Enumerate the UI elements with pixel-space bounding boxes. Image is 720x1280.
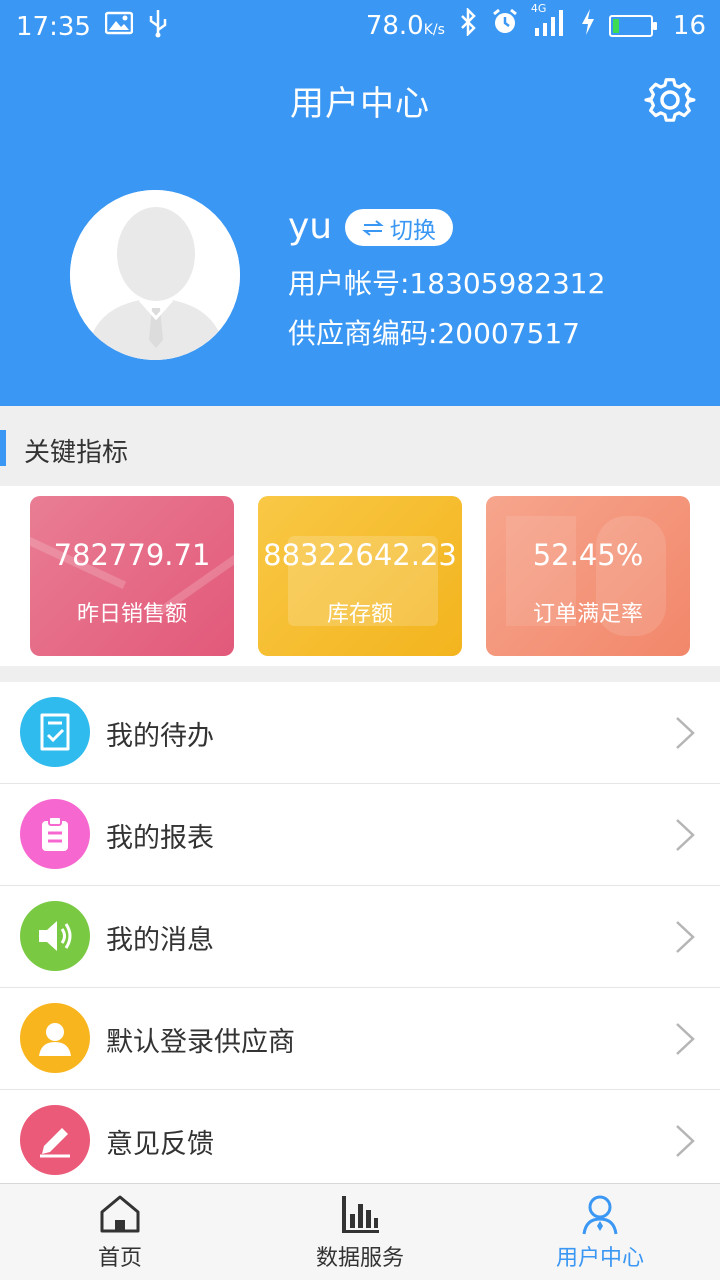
tab-label: 数据服务 <box>315 1246 404 1271</box>
chevron-right-icon <box>676 819 695 851</box>
bar-chart-icon <box>342 1196 379 1233</box>
menu-item-feedback[interactable]: 意见反馈 <box>0 1090 720 1192</box>
tab-home[interactable]: 首页 <box>0 1184 240 1280</box>
settings-gear-icon[interactable] <box>644 74 696 126</box>
menu-item-label: 意见反馈 <box>106 1129 214 1160</box>
clipboard-icon <box>20 799 90 869</box>
status-bar: 17:35 78.0K/s 4G 16 <box>0 0 720 52</box>
swap-arrows-icon <box>362 219 384 236</box>
page-title: 用户中心 <box>290 84 430 124</box>
image-icon <box>104 11 134 42</box>
network-type: 4G <box>530 2 547 15</box>
key-metrics-header: 关键指标 <box>0 406 720 486</box>
network-speed: 78.0 <box>365 10 424 41</box>
account-number: 用户帐号:18305982312 <box>288 267 606 300</box>
user-center-icon <box>582 1195 618 1235</box>
usb-icon <box>147 8 169 45</box>
key-metrics-title: 关键指标 <box>24 438 129 468</box>
avatar[interactable] <box>70 190 240 360</box>
speaker-icon <box>20 901 90 971</box>
battery-level: 16 <box>672 10 706 41</box>
charging-icon <box>581 9 595 42</box>
supplier-code: 供应商编码:20007517 <box>288 317 580 350</box>
switch-account-button[interactable]: 切换 <box>345 209 453 246</box>
tab-user-center[interactable]: 用户中心 <box>480 1184 720 1280</box>
metric-cards: 782779.71 昨日销售额 88322642.23 库存额 52.45% 订… <box>0 486 720 666</box>
menu-item-label: 我的待办 <box>106 721 214 752</box>
tab-data-service[interactable]: 数据服务 <box>240 1184 480 1280</box>
metric-value: 782779.71 <box>53 538 211 572</box>
pencil-icon <box>20 1105 90 1175</box>
menu-item-label: 默认登录供应商 <box>106 1027 295 1058</box>
metric-caption: 库存额 <box>326 602 393 627</box>
tab-label: 首页 <box>97 1246 142 1271</box>
home-icon <box>100 1195 140 1233</box>
status-time: 17:35 <box>16 11 91 42</box>
section-accent-bar <box>0 430 6 466</box>
menu-item-label: 我的报表 <box>106 823 214 854</box>
profile-header: 17:35 78.0K/s 4G 16 用户中心 yu 切换 用户帐号:1830… <box>0 0 720 406</box>
metric-card-inventory[interactable]: 88322642.23 库存额 <box>258 496 462 656</box>
metric-value: 88322642.23 <box>263 538 457 572</box>
switch-account-label: 切换 <box>390 217 436 244</box>
metric-value: 52.45% <box>532 538 644 572</box>
menu-item-default-supplier[interactable]: 默认登录供应商 <box>0 988 720 1090</box>
chevron-right-icon <box>676 1125 695 1157</box>
default-person-avatar-icon <box>70 190 240 360</box>
metric-card-fulfillment[interactable]: 52.45% 订单满足率 <box>486 496 690 656</box>
bottom-tab-bar: 首页 数据服务 用户中心 <box>0 1183 720 1280</box>
tab-label: 用户中心 <box>555 1246 644 1271</box>
bluetooth-icon <box>459 6 477 43</box>
metric-caption: 订单满足率 <box>532 602 643 627</box>
menu-item-reports[interactable]: 我的报表 <box>0 784 720 886</box>
signal-icon: 4G <box>531 2 567 43</box>
person-icon <box>20 1003 90 1073</box>
menu-item-label: 我的消息 <box>106 925 214 956</box>
metric-caption: 昨日销售额 <box>76 602 187 627</box>
todo-check-icon <box>20 697 90 767</box>
battery-icon <box>608 14 657 37</box>
menu-item-todo[interactable]: 我的待办 <box>0 682 720 784</box>
alarm-icon <box>491 8 519 43</box>
chevron-right-icon <box>676 1023 695 1055</box>
menu-list: 我的待办 我的报表 我的消息 默认登录供应商 意见反馈 <box>0 682 720 1192</box>
username: yu <box>288 206 333 247</box>
metric-card-sales[interactable]: 782779.71 昨日销售额 <box>30 496 234 656</box>
menu-item-messages[interactable]: 我的消息 <box>0 886 720 988</box>
chevron-right-icon <box>676 921 695 953</box>
network-speed-unit: K/s <box>423 21 445 38</box>
chevron-right-icon <box>676 717 695 749</box>
